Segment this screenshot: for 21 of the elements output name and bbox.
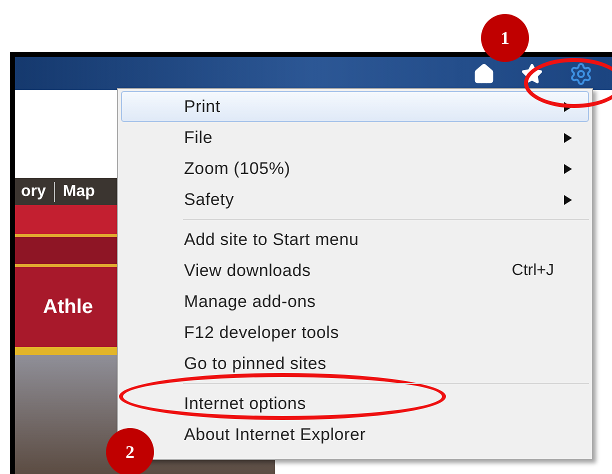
submenu-arrow-icon xyxy=(564,194,572,204)
nav-link[interactable]: Map xyxy=(62,180,95,204)
menu-item[interactable]: Internet options xyxy=(183,388,589,419)
menu-item[interactable]: Safety xyxy=(121,184,589,215)
menu-item[interactable]: View downloads Ctrl+J xyxy=(183,255,589,286)
submenu-arrow-icon xyxy=(564,164,572,174)
menu-item[interactable]: About Internet Explorer xyxy=(183,419,589,450)
banner-text: Athle xyxy=(43,295,93,320)
step-badge: 1 xyxy=(481,14,529,62)
home-icon[interactable] xyxy=(473,62,495,84)
nav-link[interactable]: ory xyxy=(21,180,46,204)
star-icon[interactable] xyxy=(521,62,543,84)
submenu-arrow-icon xyxy=(564,132,572,142)
menu-item[interactable]: Go to pinned sites xyxy=(183,348,589,379)
menu-item[interactable]: Zoom (105%) xyxy=(121,153,589,184)
menu-item[interactable]: File xyxy=(121,122,589,153)
shortcut-text: Ctrl+J xyxy=(512,260,554,280)
menu-item[interactable]: Manage add-ons xyxy=(183,286,589,317)
settings-icon[interactable] xyxy=(569,62,593,86)
menu-item[interactable]: Add site to Start menu xyxy=(183,224,589,255)
menu-item[interactable]: F12 developer tools xyxy=(183,317,589,348)
